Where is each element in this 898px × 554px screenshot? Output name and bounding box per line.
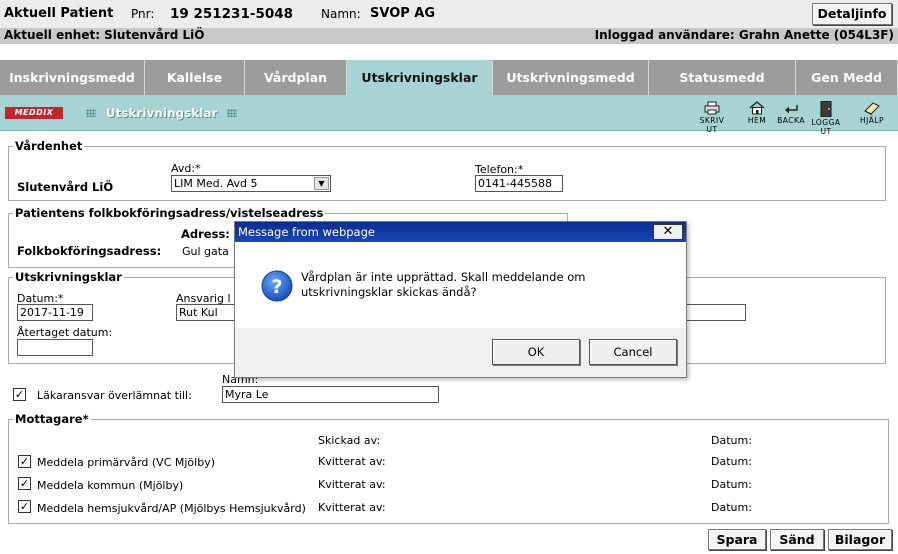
tab-gen-medd[interactable]: Gen Medd [796,60,898,95]
namn-field[interactable]: Myra Le [222,386,439,403]
home-button[interactable]: HEM [739,101,775,125]
telefon-field[interactable]: 0141-445588 [475,175,563,192]
logout-label: LOGGA UT [811,118,841,136]
skickad-datum-label: Datum: [711,434,752,447]
home-label: HEM [747,116,767,125]
ok-button[interactable]: OK [492,339,580,365]
logged-in-user: Inloggad användare: Grahn Anette (054L3F… [594,28,894,42]
help-book-icon [864,102,880,115]
hemsjukvard-label: Meddela hemsjukvård/AP (Mjölbys Hemsjukv… [37,502,306,515]
unit-bar: Aktuell enhet: Slutenvård LiÖ Inloggad a… [0,28,898,44]
dialog-footer: OK Cancel [235,328,686,377]
ansvarig-field[interactable]: Rut Kul [176,304,236,321]
tab-vardplan[interactable]: Vårdplan [245,60,347,95]
kommun-datum: Datum: [711,478,752,491]
kommun-label: Meddela kommun (Mjölby) [37,479,184,492]
unit-name: Slutenvård LiÖ [17,180,114,194]
printer-icon [704,101,720,115]
chevron-down-icon: ▼ [314,177,329,190]
address-legend: Patientens folkbokföringsadress/vistelse… [13,206,326,220]
name-label: Namn: [321,7,361,21]
hemsjukvard-datum: Datum: [711,501,752,514]
dialog-title-bar: Message from webpage ✕ [235,222,686,242]
meddix-logo: MEDDIX [5,107,63,119]
primarvard-kvitterat: Kvitterat av: [318,455,386,468]
adress-value: Gul gata [182,245,229,258]
back-label: BACKA [777,116,805,125]
tab-utskrivningsklar[interactable]: Utskrivningsklar [347,60,493,95]
avd-label: Avd:* [171,162,201,175]
grip-icon [227,109,237,117]
dialog-message: Vårdplan är inte upprättad. Skall meddel… [301,270,586,299]
print-button[interactable]: SKRIV UT [694,101,730,134]
avd-select[interactable]: LIM Med. Avd 5 ▼ [171,175,331,192]
detaljinfo-button[interactable]: Detaljinfo [812,3,892,25]
help-label: HJÄLP [859,116,885,125]
vardenhet-legend: Vårdenhet [13,139,85,153]
primarvard-checkbox[interactable]: ✓ [18,455,31,468]
question-icon: ? [261,270,293,302]
primarvard-label: Meddela primärvård (VC Mjölby) [37,456,215,469]
save-button[interactable]: Spara [708,529,766,550]
logout-door-icon [820,101,832,117]
folkbokforing-label: Folkbokföringsadress: [17,244,162,258]
patient-bar: Aktuell Patient Pnr: 19 251231-5048 Namn… [0,0,898,28]
logout-button[interactable]: LOGGA UT [808,101,844,136]
help-button[interactable]: HJÄLP [854,101,890,125]
hemsjukvard-checkbox[interactable]: ✓ [18,500,31,513]
attachments-button[interactable]: Bilagor [828,529,892,550]
close-icon: ✕ [662,224,674,239]
module-toolbar: MEDDIX Utskrivningsklar SKRIV UT HEM BAC… [0,95,898,136]
back-button[interactable]: BACKA [773,101,809,125]
ansvarig-extra-field[interactable] [685,304,746,321]
avd-value: LIM Med. Avd 5 [174,177,258,190]
hemsjukvard-kvitterat: Kvitterat av: [318,501,386,514]
lakaransvar-label: Läkaransvar överlämnat till: [37,389,192,402]
grip-icon [86,109,96,117]
tab-utskrivningsmedd[interactable]: Utskrivningsmedd [493,60,649,95]
pnr-value: 19 251231-5048 [170,6,294,22]
message-dialog: Message from webpage ✕ ? Vårdplan är int… [234,221,687,378]
dialog-close-button[interactable]: ✕ [653,224,683,240]
kommun-kvitterat: Kvitterat av: [318,478,386,491]
current-unit: Aktuell enhet: Slutenvård LiÖ [4,28,205,42]
tab-inskrivningsmedd[interactable]: Inskrivningsmedd [0,60,145,95]
svg-text:?: ? [271,276,282,298]
patient-bar-title: Aktuell Patient [4,6,114,21]
atertaget-field[interactable] [17,339,93,356]
utskrivningsklar-legend: Utskrivningsklar [13,270,124,284]
skickad-label: Skickad av: [318,434,381,447]
name-value: SVOP AG [370,6,436,21]
tab-kallelse[interactable]: Kallelse [145,60,245,95]
atertaget-label: Återtaget datum: [17,326,113,339]
dialog-title: Message from webpage [238,225,375,239]
tab-statusmedd[interactable]: Statusmedd [649,60,796,95]
send-button[interactable]: Sänd [770,529,824,550]
print-label: SKRIV UT [699,116,725,134]
lakaransvar-checkbox[interactable]: ✓ [13,388,26,401]
home-icon [749,101,765,115]
datum-field[interactable]: 2017-11-19 [17,304,93,321]
kommun-checkbox[interactable]: ✓ [18,477,31,490]
vardenhet-section: Vårdenhet [8,139,886,201]
mottagare-legend: Mottagare* [13,412,91,426]
cancel-button[interactable]: Cancel [589,339,677,365]
pnr-label: Pnr: [131,7,155,21]
adress-label: Adress: [181,227,230,241]
primarvard-datum: Datum: [711,455,752,468]
tab-bar: Inskrivningsmedd Kallelse Vårdplan Utskr… [0,60,898,95]
module-title: Utskrivningsklar [106,106,218,120]
back-arrow-icon [785,105,798,114]
